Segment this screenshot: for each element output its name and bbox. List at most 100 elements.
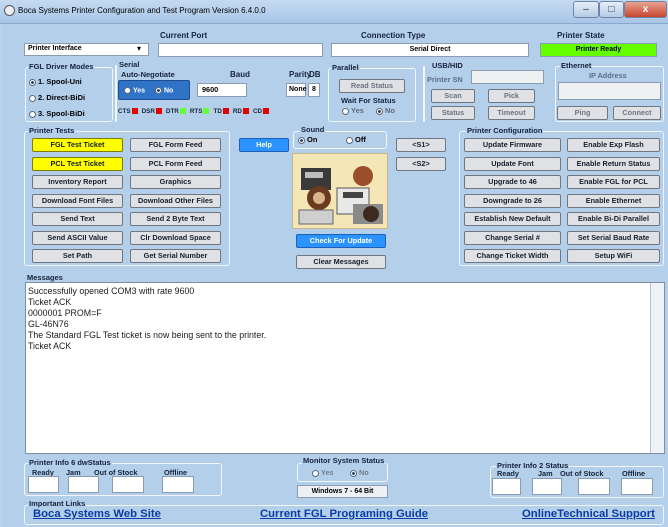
enable-bi-di-parallel-button[interactable]: Enable Bi-Di Parallel [567, 212, 660, 226]
jam-label: Jam [538, 469, 553, 478]
set-path-button[interactable]: Set Path [32, 249, 123, 263]
ready-label: Ready [497, 469, 519, 478]
db-label: DB [309, 70, 321, 79]
current-port-field [158, 43, 323, 57]
set-serial-baud-rate-button[interactable]: Set Serial Baud Rate [567, 230, 660, 245]
status-box [162, 476, 194, 493]
send-ascii-value-button[interactable]: Send ASCII Value [32, 230, 123, 245]
sound-title: Sound [300, 125, 326, 134]
enable-ethernet-button[interactable]: Enable Ethernet [567, 193, 660, 208]
inventory-report-button[interactable]: Inventory Report [32, 175, 123, 189]
help-button[interactable]: Help [239, 138, 289, 152]
status-box [532, 478, 562, 495]
scan-button[interactable]: Scan [431, 89, 475, 103]
printer-info6-title: Printer Info 6 dwStatus [28, 458, 112, 467]
boca-web-site-link[interactable]: Boca Systems Web Site [33, 508, 161, 520]
change-ticket-width-button[interactable]: Change Ticket Width [464, 249, 561, 263]
check-for-update-button[interactable]: Check For Update [296, 234, 386, 248]
sound-on[interactable]: On [298, 135, 317, 144]
baud-label: Baud [230, 70, 250, 79]
clr-download-space-button[interactable]: Clr Download Space [130, 230, 221, 245]
autoneg-yes[interactable]: Yes [124, 87, 145, 94]
enable-fgl-for-pcl-button[interactable]: Enable FGL for PCL [567, 175, 660, 189]
status-button[interactable]: Status [431, 106, 475, 120]
download-other-files-button[interactable]: Download Other Files [130, 193, 221, 208]
monitor-no[interactable]: No [350, 468, 369, 477]
wait-no[interactable]: No [376, 106, 395, 115]
s2-button[interactable]: <S2> [396, 157, 446, 171]
read-status-button[interactable]: Read Status [339, 79, 405, 93]
parallel-title: Parallel [331, 63, 360, 72]
graphics-button[interactable]: Graphics [130, 175, 221, 189]
window-title: Boca Systems Printer Configuration and T… [18, 6, 266, 15]
timeout-button[interactable]: Timeout [488, 106, 535, 120]
offline-label: Offline [622, 469, 646, 478]
pcl-form-feed-button[interactable]: PCL Form Feed [130, 156, 221, 171]
establish-new-default-button[interactable]: Establish New Default [464, 212, 561, 226]
fgl-driver-modes-title: FGL Driver Modes [28, 62, 95, 71]
serial-group [115, 65, 117, 122]
fgl-mode-3[interactable]: 3. Spool-BiDi [29, 109, 85, 118]
radio-icon [298, 136, 305, 144]
message-line: 0000001 PROM=F [28, 308, 102, 318]
get-serial-number-button[interactable]: Get Serial Number [130, 249, 221, 263]
update-font-button[interactable]: Update Font [464, 156, 561, 171]
signal-label: CTS [118, 108, 131, 115]
pick-button[interactable]: Pick [488, 89, 535, 103]
clear-messages-button[interactable]: Clear Messages [296, 255, 386, 269]
interface-select[interactable]: Printer Interface ▾ [24, 43, 149, 56]
fgl-test-ticket-button[interactable]: FGL Test Ticket [32, 138, 123, 152]
s1-button[interactable]: <S1> [396, 138, 446, 152]
monitor-group [297, 463, 388, 482]
parity-field[interactable]: None [286, 83, 307, 97]
led-indicator-icon [155, 108, 162, 115]
setup-wifi-button[interactable]: Setup WiFi [567, 249, 660, 263]
status-box [68, 476, 99, 493]
autoneg-no[interactable]: No [155, 87, 173, 94]
monitor-yes[interactable]: Yes [312, 468, 334, 477]
change-serial-button[interactable]: Change Serial # [464, 230, 561, 245]
messages-area[interactable]: Successfully opened COM3 with rate 9600 T… [25, 282, 665, 454]
pcl-test-ticket-button[interactable]: PCL Test Ticket [32, 156, 123, 171]
minimize-button[interactable]: – [573, 1, 599, 18]
maximize-button[interactable]: □ [599, 1, 624, 18]
fgl-mode-2[interactable]: 2. Direct-BiDi [29, 93, 85, 102]
downgrade-to-26-button[interactable]: Downgrade to 26 [464, 193, 561, 208]
close-button[interactable]: x [624, 1, 667, 18]
upgrade-to-46-button[interactable]: Upgrade to 46 [464, 175, 561, 189]
signal-dtr: DTR [166, 108, 186, 115]
connection-type-field: Serial Direct [331, 43, 529, 57]
send-text-button[interactable]: Send Text [32, 212, 123, 226]
baud-field[interactable]: 9600 [197, 83, 247, 97]
autoneg-yes-label: Yes [133, 87, 146, 95]
led-indicator-icon [263, 108, 270, 115]
fgl-mode-1[interactable]: 1. Spool-Uni [29, 77, 82, 86]
signal-cd: CD [253, 108, 270, 115]
sound-on-label: On [307, 135, 318, 144]
enable-exp-flash-button[interactable]: Enable Exp Flash [567, 138, 660, 152]
db-field[interactable]: 8 [308, 83, 320, 97]
led-indicator-icon [242, 108, 249, 115]
wait-yes[interactable]: Yes [342, 106, 364, 115]
signal-dsr: DSR [142, 108, 162, 115]
messages-scrollbar[interactable] [650, 283, 664, 453]
enable-return-status-button[interactable]: Enable Return Status [567, 156, 660, 171]
ping-button[interactable]: Ping [557, 106, 608, 120]
monitor-no-label: No [359, 468, 369, 477]
wait-yes-label: Yes [351, 106, 364, 115]
sound-off[interactable]: Off [346, 135, 366, 144]
serial-signals: CTS DSR DTR RTS TD RD CD [118, 108, 273, 115]
download-font-files-button[interactable]: Download Font Files [32, 193, 123, 208]
app-icon [4, 5, 15, 16]
radio-icon [312, 469, 319, 477]
fgl-guide-link[interactable]: Current FGL Programing Guide [260, 508, 428, 520]
technical-support-link[interactable]: OnlineTechnical Support [522, 508, 655, 520]
ip-address-field[interactable] [558, 82, 661, 100]
update-firmware-button[interactable]: Update Firmware [464, 138, 561, 152]
signal-label: RTS [189, 108, 203, 115]
fgl-form-feed-button[interactable]: FGL Form Feed [130, 138, 221, 152]
connect-button[interactable]: Connect [613, 106, 661, 120]
signal-label: DSR [141, 108, 155, 115]
status-box [112, 476, 144, 493]
send-2-byte-text-button[interactable]: Send 2 Byte Text [130, 212, 221, 226]
